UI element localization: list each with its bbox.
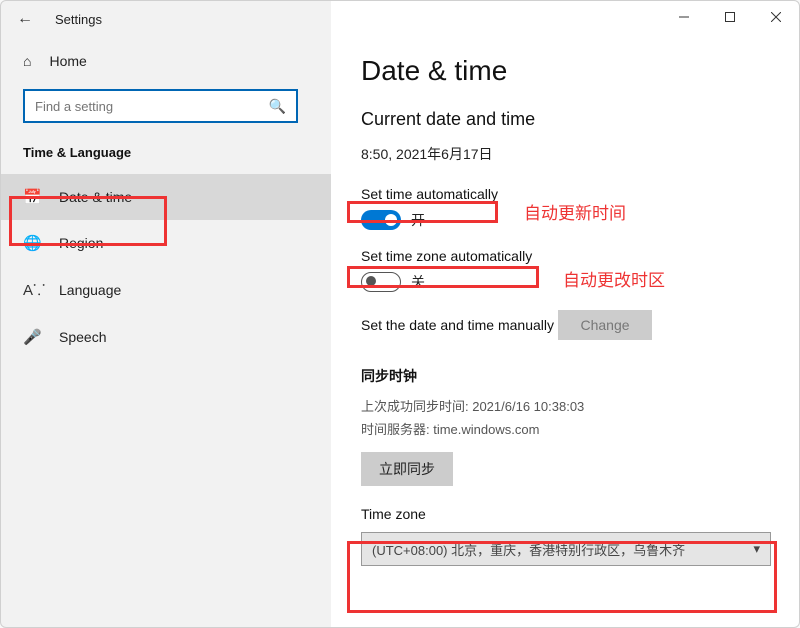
set-tz-auto-label: Set time zone automatically [361, 248, 532, 264]
sync-last-line: 上次成功同步时间: 2021/6/16 10:38:03 [361, 396, 769, 415]
set-time-auto-label: Set time automatically [361, 186, 498, 202]
titlebar: ← Settings [1, 1, 799, 37]
set-time-auto-toggle[interactable] [361, 210, 401, 230]
close-button[interactable] [753, 1, 799, 33]
current-datetime-value: 8:50, 2021年6月17日 [361, 144, 769, 164]
settings-window: ← Settings ⌂ Home 🔍 [0, 0, 800, 628]
set-time-auto-state: 开 [411, 210, 425, 230]
set-tz-auto-toggle[interactable] [361, 272, 401, 292]
timezone-label: Time zone [361, 506, 769, 522]
search-box[interactable]: 🔍 [23, 89, 298, 123]
microphone-icon: 🎤 [23, 328, 41, 346]
sync-clock-title: 同步时钟 [361, 366, 769, 386]
chevron-down-icon: ▾ [753, 541, 760, 557]
minimize-icon [679, 12, 689, 22]
timezone-value: (UTC+08:00) 北京，重庆，香港特别行政区，乌鲁木齐 [372, 540, 685, 559]
back-button[interactable]: ← [13, 7, 37, 31]
timezone-select[interactable]: (UTC+08:00) 北京，重庆，香港特别行政区，乌鲁木齐 ▾ [361, 532, 771, 566]
main-panel: Date & time Current date and time 8:50, … [331, 37, 799, 627]
sidebar-item-language[interactable]: A⸪ Language [1, 266, 331, 314]
sidebar-item-label: Speech [59, 329, 106, 345]
search-icon: 🔍 [269, 98, 286, 115]
sync-server-line: 时间服务器: time.windows.com [361, 419, 769, 438]
sidebar-category: Time & Language [1, 139, 331, 174]
sidebar-item-speech[interactable]: 🎤 Speech [1, 314, 331, 360]
content-area: ⌂ Home 🔍 Time & Language 📅 Date & time 🌐… [1, 37, 799, 627]
manual-set-label: Set the date and time manually [361, 317, 554, 333]
maximize-icon [725, 12, 735, 22]
set-tz-auto-state: 关 [411, 272, 425, 292]
page-title: Date & time [361, 55, 769, 87]
sidebar-item-label: Date & time [59, 189, 132, 205]
change-button: Change [558, 310, 651, 340]
search-wrap: 🔍 [23, 89, 309, 123]
maximize-button[interactable] [707, 1, 753, 33]
sidebar-item-region[interactable]: 🌐 Region [1, 220, 331, 266]
globe-icon: 🌐 [23, 234, 41, 252]
home-nav[interactable]: ⌂ Home [1, 43, 331, 79]
section-current-datetime: Current date and time [361, 109, 769, 130]
sidebar-item-date-time[interactable]: 📅 Date & time [1, 174, 331, 220]
sidebar-item-label: Language [59, 282, 121, 298]
search-input[interactable] [35, 99, 269, 114]
home-icon: ⌂ [23, 53, 31, 69]
language-icon: A⸪ [23, 280, 41, 300]
set-time-auto-row: 开 [361, 210, 769, 230]
calendar-clock-icon: 📅 [23, 188, 41, 206]
minimize-button[interactable] [661, 1, 707, 33]
window-title: Settings [55, 12, 102, 27]
sidebar: ⌂ Home 🔍 Time & Language 📅 Date & time 🌐… [1, 37, 331, 627]
set-tz-auto-row: 关 [361, 272, 769, 292]
close-icon [771, 12, 781, 22]
home-label: Home [49, 53, 86, 69]
window-controls [661, 1, 799, 37]
sidebar-item-label: Region [59, 235, 103, 251]
sync-now-button[interactable]: 立即同步 [361, 452, 453, 486]
